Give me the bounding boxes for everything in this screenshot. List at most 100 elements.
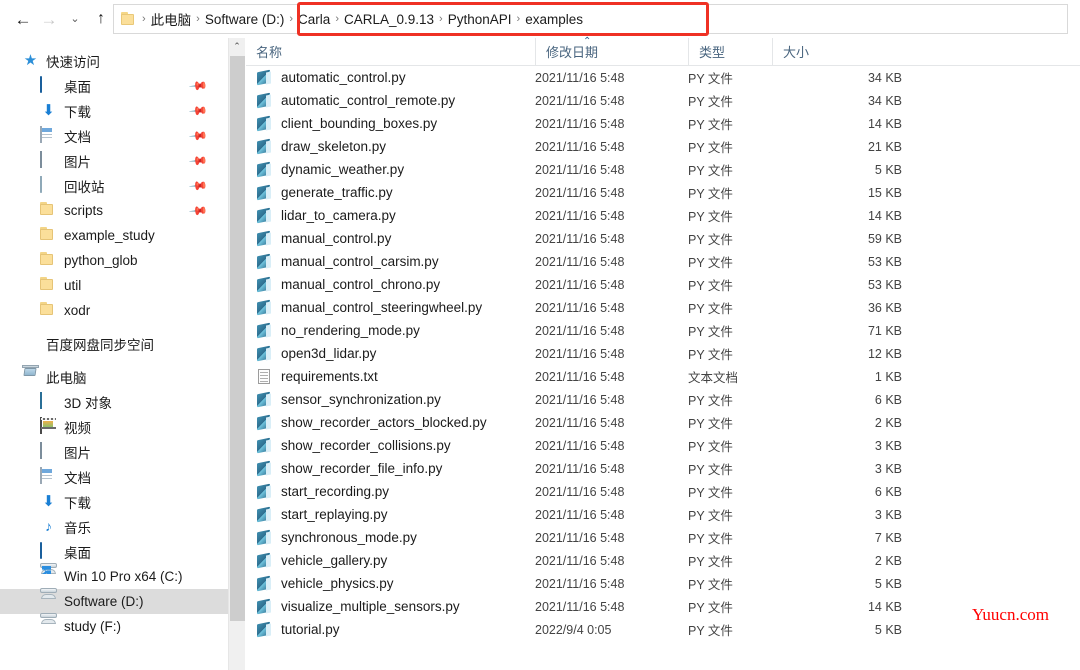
breadcrumb-item[interactable]: PythonAPI bbox=[444, 12, 516, 27]
sidebar-item-label: 下载 bbox=[64, 495, 91, 511]
file-row[interactable]: dynamic_weather.py 2021/11/16 5:48 PY 文件 5 … bbox=[246, 158, 1080, 181]
file-name-cell: tutorial.py bbox=[256, 621, 340, 638]
file-name-label: vehicle_gallery.py bbox=[281, 553, 388, 568]
pin-icon[interactable]: 📌 bbox=[188, 150, 208, 170]
file-size-cell: 14 KB bbox=[867, 599, 902, 614]
py-file-icon bbox=[256, 529, 273, 546]
py-file-icon bbox=[256, 391, 273, 408]
file-row[interactable]: open3d_lidar.py 2021/11/16 5:48 PY 文件 12 KB bbox=[246, 342, 1080, 365]
up-one-level-button[interactable]: ↑ bbox=[88, 4, 114, 34]
back-button[interactable]: ← bbox=[10, 4, 36, 34]
sidebar-item-item[interactable]: ⬇ 下载 bbox=[0, 489, 228, 514]
sidebar-item-item[interactable]: 回收站 📌 bbox=[0, 173, 228, 198]
sidebar-item-item[interactable]: 桌面 📌 bbox=[0, 73, 228, 98]
file-date-cell: 2021/11/16 5:48 bbox=[535, 369, 625, 384]
breadcrumb-item[interactable]: CARLA_0.9.13 bbox=[340, 12, 438, 27]
sidebar-group-item[interactable]: ★ 快速访问 bbox=[0, 48, 228, 73]
file-row[interactable]: vehicle_physics.py 2021/11/16 5:48 PY 文件 5 … bbox=[246, 572, 1080, 595]
pin-icon[interactable]: 📌 bbox=[188, 125, 208, 145]
sidebar-item-example-study[interactable]: example_study bbox=[0, 223, 228, 248]
sidebar-item-study-f[interactable]: study (F:) bbox=[0, 613, 228, 639]
file-name-label: synchronous_mode.py bbox=[281, 530, 417, 545]
file-row[interactable]: sensor_synchronization.py 2021/11/16 5:48… bbox=[246, 388, 1080, 411]
sidebar-item-label: 图片 bbox=[64, 445, 91, 461]
file-date-cell: 2021/11/16 5:48 bbox=[535, 553, 625, 568]
file-row[interactable]: start_recording.py 2021/11/16 5:48 PY 文件 6 … bbox=[246, 480, 1080, 503]
breadcrumb-item[interactable]: 此电脑 bbox=[147, 9, 196, 29]
file-row[interactable]: automatic_control.py 2021/11/16 5:48 PY 文件… bbox=[246, 66, 1080, 89]
file-row[interactable]: manual_control_carsim.py 2021/11/16 5:48 P… bbox=[246, 250, 1080, 273]
file-size-cell: 5 KB bbox=[874, 576, 902, 591]
pin-icon[interactable]: 📌 bbox=[188, 200, 208, 220]
breadcrumb-item[interactable]: Carla bbox=[294, 12, 334, 27]
sidebar-item-util[interactable]: util bbox=[0, 273, 228, 298]
file-row[interactable]: show_recorder_collisions.py 2021/11/16 5:… bbox=[246, 434, 1080, 457]
file-row[interactable]: requirements.txt 2021/11/16 5:48 文本文档 1 KB bbox=[246, 365, 1080, 388]
file-row[interactable]: manual_control_steeringwheel.py 2021/11/1… bbox=[246, 296, 1080, 319]
pin-icon[interactable]: 📌 bbox=[188, 75, 208, 95]
breadcrumb-item[interactable]: Software (D:) bbox=[201, 12, 289, 27]
sidebar-group-item[interactable]: 此电脑 bbox=[0, 364, 228, 389]
folder-icon bbox=[40, 227, 57, 244]
file-row[interactable]: show_recorder_file_info.py 2021/11/16 5:4… bbox=[246, 457, 1080, 480]
sidebar-item-3d[interactable]: 3D 对象 bbox=[0, 389, 228, 414]
sidebar-item-item[interactable]: 视频 bbox=[0, 414, 228, 439]
file-row[interactable]: manual_control.py 2021/11/16 5:48 PY 文件 59 … bbox=[246, 227, 1080, 250]
sidebar-item-item[interactable]: ⬇ 下载 📌 bbox=[0, 98, 228, 123]
sidebar-group-spacer bbox=[0, 639, 228, 647]
py-file-icon bbox=[256, 460, 273, 477]
file-row[interactable]: tutorial.py 2022/9/4 0:05 PY 文件 5 KB bbox=[246, 618, 1080, 641]
recent-locations-button[interactable]: ⌄ bbox=[62, 4, 88, 34]
file-row[interactable]: vehicle_gallery.py 2021/11/16 5:48 PY 文件 2 … bbox=[246, 549, 1080, 572]
py-file-icon bbox=[256, 253, 273, 270]
sidebar-item-scripts[interactable]: scripts 📌 bbox=[0, 198, 228, 223]
column-header-item[interactable]: 类型 bbox=[688, 38, 772, 65]
sidebar-item-item[interactable]: 文档 📌 bbox=[0, 123, 228, 148]
scroll-up-icon[interactable]: ⌃ bbox=[229, 38, 245, 55]
arrow-up-icon: ↑ bbox=[97, 10, 105, 27]
sidebar-group-spacer bbox=[0, 356, 228, 364]
file-row[interactable]: start_replaying.py 2021/11/16 5:48 PY 文件 3 … bbox=[246, 503, 1080, 526]
file-type-cell: PY 文件 bbox=[688, 302, 733, 316]
file-row[interactable]: manual_control_chrono.py 2021/11/16 5:48 P… bbox=[246, 273, 1080, 296]
sidebar-item-label: Win 10 Pro x64 (C:) bbox=[64, 569, 183, 584]
sidebar-item-item[interactable]: 图片 📌 bbox=[0, 148, 228, 173]
sidebar-group-item[interactable]: 百度网盘同步空间 bbox=[0, 331, 228, 356]
file-name-label: show_recorder_file_info.py bbox=[281, 461, 443, 476]
sidebar-item-win-10-pro-x64-c[interactable]: Win 10 Pro x64 (C:) bbox=[0, 563, 228, 589]
pin-icon[interactable]: 📌 bbox=[188, 100, 208, 120]
file-name-cell: start_recording.py bbox=[256, 483, 389, 500]
sidebar-item-item[interactable]: 文档 bbox=[0, 464, 228, 489]
picture-icon bbox=[40, 151, 57, 169]
file-row[interactable]: automatic_control_remote.py 2021/11/16 5:… bbox=[246, 89, 1080, 112]
file-row[interactable]: synchronous_mode.py 2021/11/16 5:48 PY 文件 7… bbox=[246, 526, 1080, 549]
navigation-pane-scrollbar[interactable]: ⌃ bbox=[228, 38, 245, 670]
file-row[interactable]: draw_skeleton.py 2021/11/16 5:48 PY 文件 21 K… bbox=[246, 135, 1080, 158]
sidebar-item-xodr[interactable]: xodr bbox=[0, 298, 228, 323]
file-row[interactable]: no_rendering_mode.py 2021/11/16 5:48 PY 文件… bbox=[246, 319, 1080, 342]
sidebar-item-item[interactable]: 桌面 bbox=[0, 539, 228, 564]
file-row[interactable]: visualize_multiple_sensors.py 2021/11/16 … bbox=[246, 595, 1080, 618]
forward-button[interactable]: → bbox=[36, 4, 62, 34]
column-header-item[interactable]: 名称 bbox=[246, 38, 535, 65]
file-row[interactable]: lidar_to_camera.py 2021/11/16 5:48 PY 文件 14… bbox=[246, 204, 1080, 227]
pin-icon[interactable]: 📌 bbox=[188, 175, 208, 195]
sidebar-item-label: 音乐 bbox=[64, 520, 91, 536]
file-row[interactable]: generate_traffic.py 2021/11/16 5:48 PY 文件 1… bbox=[246, 181, 1080, 204]
sidebar-item-item[interactable]: 图片 bbox=[0, 439, 228, 464]
file-date-cell: 2021/11/16 5:48 bbox=[535, 346, 625, 361]
scrollbar-thumb[interactable] bbox=[230, 56, 245, 621]
windows-drive-icon bbox=[40, 563, 57, 585]
sidebar-item-item[interactable]: ♪ 音乐 bbox=[0, 514, 228, 539]
file-type-cell: PY 文件 bbox=[688, 95, 733, 109]
file-row[interactable]: client_bounding_boxes.py 2021/11/16 5:48 P… bbox=[246, 112, 1080, 135]
sidebar-item-software-d[interactable]: Software (D:) bbox=[0, 588, 228, 614]
file-name-cell: client_bounding_boxes.py bbox=[256, 115, 437, 132]
file-row[interactable]: show_recorder_actors_blocked.py 2021/11/1… bbox=[246, 411, 1080, 434]
column-header-item[interactable]: 大小 bbox=[772, 38, 902, 65]
sidebar-item-python-glob[interactable]: python_glob bbox=[0, 248, 228, 273]
file-size-cell: 34 KB bbox=[867, 70, 902, 85]
address-bar[interactable]: › 此电脑 › Software (D:) › Carla › CARLA_0.9.13 › Py… bbox=[113, 4, 1068, 34]
breadcrumb-item[interactable]: examples bbox=[521, 12, 587, 27]
column-header-item[interactable]: 修改日期 bbox=[535, 38, 688, 65]
